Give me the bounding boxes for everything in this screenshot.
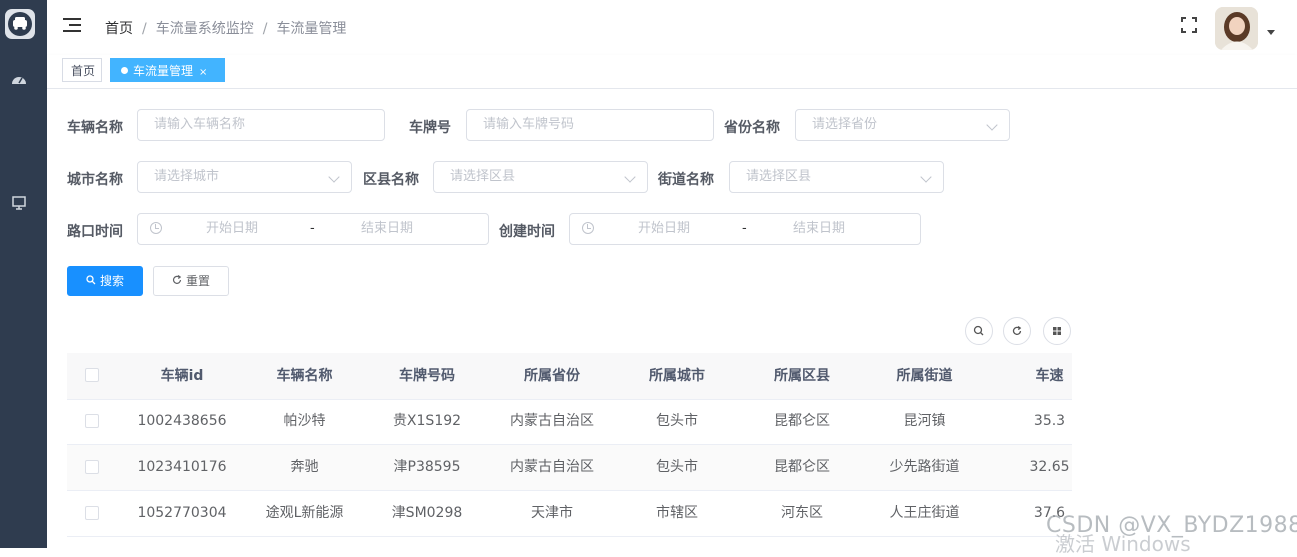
table-cell: 奔驰 (290, 459, 319, 475)
refresh-icon (172, 268, 182, 296)
province-select[interactable]: 请选择省份 (795, 109, 1010, 141)
clock-icon (582, 222, 594, 234)
street-select[interactable]: 请选择区县 (729, 161, 944, 193)
select-all-checkbox[interactable] (85, 368, 99, 382)
vehicle-name-label: 车辆名称 (67, 120, 123, 136)
province-label: 省份名称 (724, 120, 780, 136)
reset-button[interactable]: 重置 (153, 266, 229, 296)
breadcrumb-home[interactable]: 首页 (105, 21, 133, 37)
plate-input[interactable]: 请输入车牌号码 (466, 109, 714, 141)
table-cell: 包头市 (656, 459, 698, 475)
monitor-icon[interactable] (9, 195, 29, 215)
chevron-down-icon (328, 171, 340, 183)
crossing-time-label: 路口时间 (67, 224, 123, 240)
header-street: 所属街道 (896, 368, 953, 384)
table-cell: 贵X1S192 (392, 413, 462, 429)
breadcrumb: 首页 / 车流量系统监控 / 车流量管理 (105, 21, 347, 37)
header-vehicle-id: 车辆id (160, 368, 204, 384)
fullscreen-icon[interactable] (1180, 16, 1198, 34)
vehicle-name-input[interactable]: 请输入车辆名称 (137, 109, 385, 141)
search-button[interactable]: 搜索 (67, 266, 143, 296)
table-cell: 河东区 (781, 505, 823, 521)
breadcrumb-current: 车流量管理 (276, 21, 347, 37)
start-date-input[interactable]: 开始日期 (206, 214, 258, 244)
city-label: 城市名称 (67, 172, 123, 188)
street-label: 街道名称 (658, 172, 714, 188)
table-cell: 津SM0298 (391, 505, 463, 521)
table-cell: 市辖区 (656, 505, 698, 521)
active-dot-icon (121, 67, 128, 74)
table-cell: 32.65 (1029, 459, 1070, 475)
search-icon (86, 268, 96, 296)
tags-view: 首页 车流量管理 × (47, 55, 1297, 89)
header-district: 所属区县 (774, 368, 830, 384)
chevron-down-icon (920, 171, 932, 183)
table-row[interactable]: 1023410176 奔驰 津P38595 内蒙古自治区 包头市 昆都仑区 少先… (67, 445, 1072, 491)
table-cell: 1002438656 (137, 413, 227, 429)
main-content: 车辆名称 请输入车辆名称 车牌号 请输入车牌号码 省份名称 请选择省份 城市名称… (47, 89, 1297, 548)
table-cell: 1023410176 (137, 459, 227, 475)
sidebar (0, 0, 47, 548)
table-row[interactable]: 1002438656 帕沙特 贵X1S192 内蒙古自治区 包头市 昆都仑区 昆… (67, 399, 1072, 445)
header-plate: 车牌号码 (399, 368, 455, 384)
city-select[interactable]: 请选择城市 (137, 161, 352, 193)
table-cell: 昆都仑区 (774, 459, 830, 475)
table-cell: 途观L新能源 (265, 505, 344, 521)
toggle-search-button[interactable] (965, 317, 993, 345)
chevron-down-icon (986, 119, 998, 131)
table-cell: 内蒙古自治区 (510, 459, 594, 475)
table-cell: 昆河镇 (903, 413, 946, 429)
refresh-icon (1012, 325, 1022, 335)
tag-home-label: 首页 (71, 64, 96, 78)
create-time-range[interactable]: 开始日期 - 结束日期 (569, 213, 921, 245)
row-checkbox[interactable] (85, 460, 99, 474)
columns-icon (1053, 327, 1061, 335)
columns-button[interactable] (1043, 317, 1071, 345)
end-date-input[interactable]: 结束日期 (793, 214, 845, 244)
row-checkbox[interactable] (85, 414, 99, 428)
menu-fold-icon[interactable] (63, 18, 81, 34)
table-cell: 包头市 (656, 413, 698, 429)
create-time-label: 创建时间 (499, 224, 555, 240)
table-header-row: 车辆id 车辆名称 车牌号码 所属省份 所属城市 所属区县 所属街道 车速 (67, 353, 1072, 400)
plate-label: 车牌号 (409, 120, 451, 136)
tag-active-label: 车流量管理 (133, 64, 194, 78)
district-label: 区县名称 (363, 172, 419, 188)
header-speed: 车速 (1035, 368, 1064, 384)
csdn-watermark: CSDN @VX_BYDZ1988 (1046, 513, 1297, 538)
table-cell: 人王庄街道 (889, 505, 960, 521)
table-cell: 内蒙古自治区 (510, 413, 594, 429)
header-city: 所属城市 (649, 368, 705, 384)
table-cell: 帕沙特 (283, 413, 326, 429)
table-cell: 津P38595 (393, 459, 461, 475)
search-icon (973, 325, 984, 336)
crossing-time-range[interactable]: 开始日期 - 结束日期 (137, 213, 489, 245)
dashboard-icon[interactable] (9, 72, 29, 92)
table-cell: 天津市 (531, 505, 573, 521)
table-cell: 少先路街道 (889, 459, 960, 475)
clock-icon (150, 222, 162, 234)
row-checkbox[interactable] (85, 506, 99, 520)
table-cell: 35.3 (1033, 413, 1066, 429)
header-vehicle-name: 车辆名称 (276, 368, 333, 384)
header-province: 所属省份 (524, 368, 580, 384)
breadcrumb-parent[interactable]: 车流量系统监控 (156, 21, 254, 37)
table-cell: 昆都仑区 (774, 413, 830, 429)
refresh-button[interactable] (1003, 317, 1031, 345)
close-icon[interactable]: × (199, 67, 207, 78)
end-date-input[interactable]: 结束日期 (361, 214, 413, 244)
chevron-down-icon (624, 171, 636, 183)
table-row[interactable]: 1052770304 途观L新能源 津SM0298 天津市 市辖区 河东区 人王… (67, 491, 1072, 537)
chevron-down-icon[interactable] (1267, 30, 1275, 35)
avatar[interactable] (1215, 7, 1258, 50)
navbar: 首页 / 车流量系统监控 / 车流量管理 (47, 0, 1297, 56)
start-date-input[interactable]: 开始日期 (638, 214, 690, 244)
tag-active[interactable]: 车流量管理 × (110, 58, 225, 82)
district-select[interactable]: 请选择区县 (433, 161, 648, 193)
table-cell: 1052770304 (137, 505, 227, 521)
tag-home[interactable]: 首页 (62, 58, 102, 82)
logo (5, 9, 35, 39)
